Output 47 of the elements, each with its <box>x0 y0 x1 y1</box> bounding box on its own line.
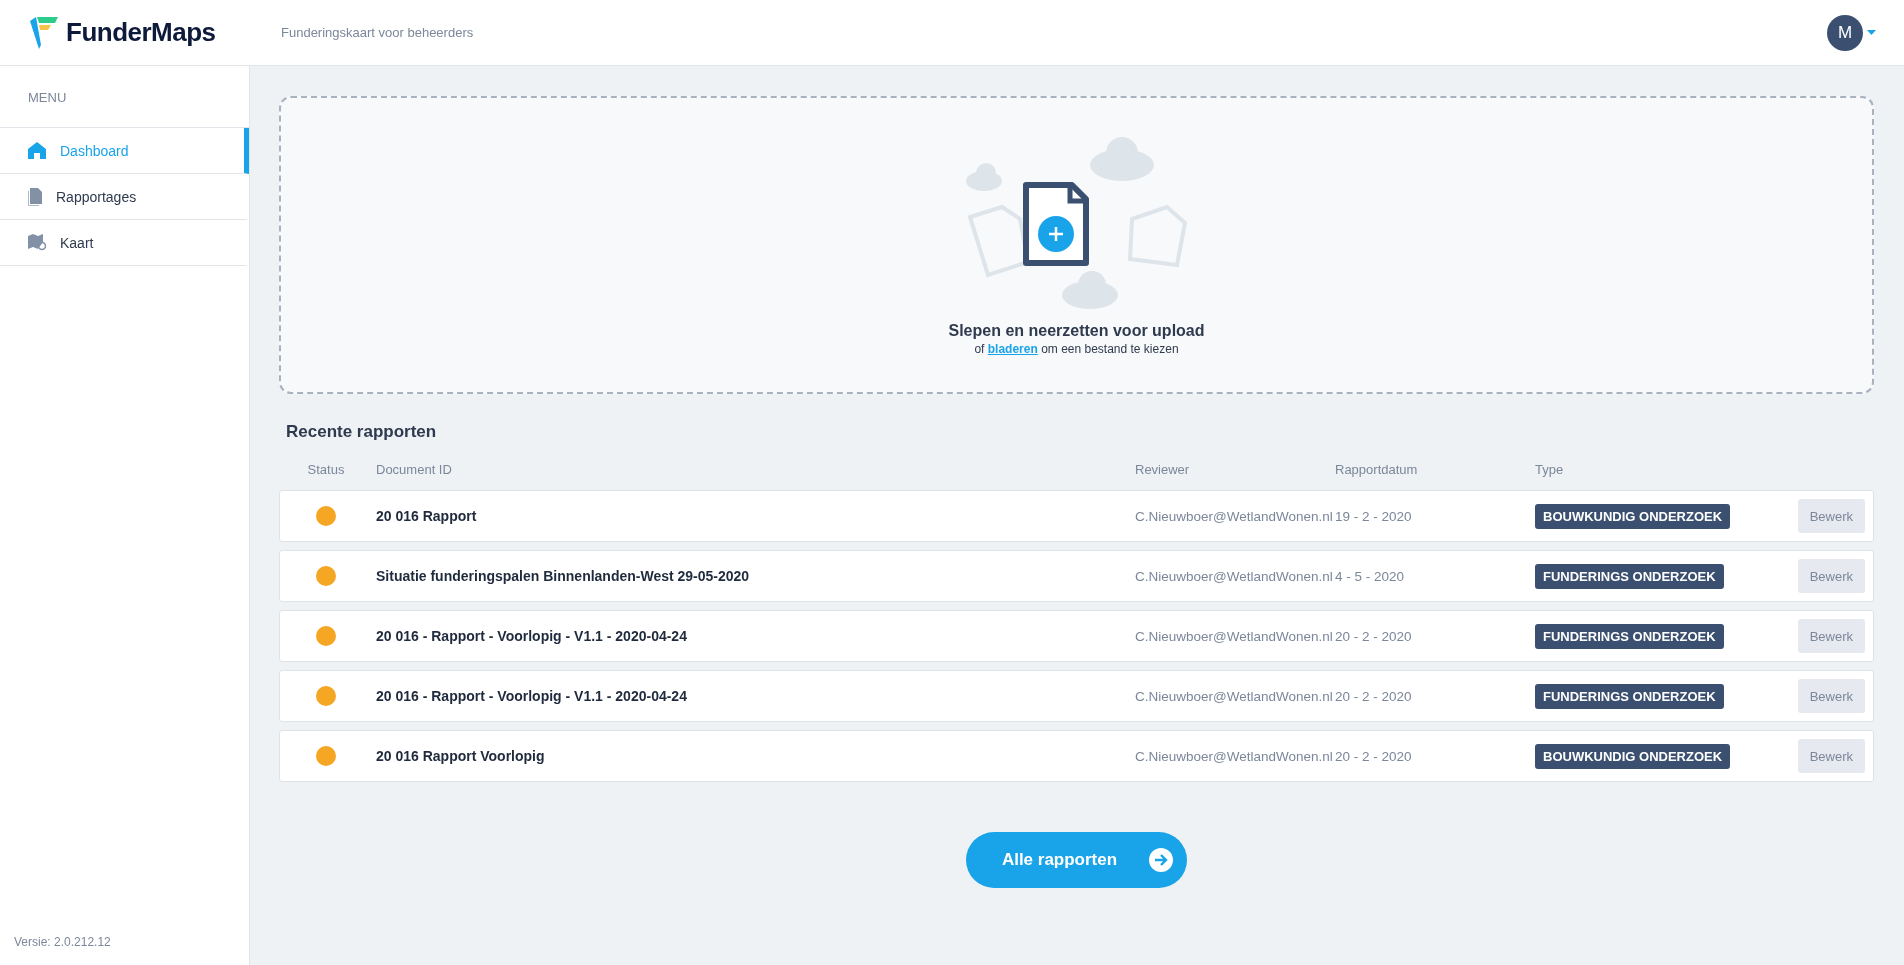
type-tag: FUNDERINGS ONDERZOEK <box>1535 684 1724 709</box>
upload-dropzone[interactable]: Slepen en neerzetten voor upload of bladeren om een bestand te kiezen <box>279 96 1874 394</box>
report-date: 4 - 5 - 2020 <box>1335 568 1406 584</box>
home-icon <box>28 142 46 159</box>
upload-hint: of bladeren om een bestand te kiezen <box>974 342 1179 356</box>
user-avatar[interactable]: M <box>1827 14 1863 51</box>
section-title: Recente rapporten <box>286 422 438 442</box>
report-row[interactable]: Situatie funderingspalen Binnenlanden-West 29-05-2020 C.Nieuwboer@WetlandWonen.nl 4 - 5 - 2020 FUNDERINGS ONDERZOEK Bewerk <box>279 550 1874 602</box>
document-id: 20 016 - Rapport - Voorlopig - V1.1 - 2020-04-24 <box>375 688 688 704</box>
reviewer-email: C.Nieuwboer@WetlandWonen.nl <box>1135 628 1334 644</box>
reviewer-email: C.Nieuwboer@WetlandWonen.nl <box>1135 568 1334 584</box>
report-row[interactable]: 20 016 - Rapport - Voorlopig - V1.1 - 2020-04-24 C.Nieuwboer@WetlandWonen.nl 20 - 2 - 2020 FUNDERINGS ONDERZOEK Bewerk <box>279 670 1874 722</box>
document-id: 20 016 Rapport <box>375 508 478 524</box>
document-id: 20 016 Rapport Voorlopig <box>375 748 546 764</box>
report-date: 20 - 2 - 2020 <box>1335 748 1413 764</box>
column-header: Status <box>306 461 346 477</box>
reviewer-email: C.Nieuwboer@WetlandWonen.nl <box>1135 748 1334 764</box>
upload-title: Slepen en neerzetten voor upload <box>948 322 1205 340</box>
report-date: 20 - 2 - 2020 <box>1335 628 1413 644</box>
logo-icon <box>29 14 59 51</box>
report-row[interactable]: 20 016 Rapport Voorlopig C.Nieuwboer@WetlandWonen.nl 20 - 2 - 2020 BOUWKUNDIG ONDERZOEK Bewerk <box>279 730 1874 782</box>
type-tag: BOUWKUNDIG ONDERZOEK <box>1535 504 1731 529</box>
document-id: 20 016 - Rapport - Voorlopig - V1.1 - 2020-04-24 <box>375 628 688 644</box>
type-tag: FUNDERINGS ONDERZOEK <box>1535 624 1724 649</box>
report-row[interactable]: 20 016 Rapport C.Nieuwboer@WetlandWonen.nl 19 - 2 - 2020 BOUWKUNDIG ONDERZOEK Bewerk <box>279 490 1874 542</box>
reviewer-email: C.Nieuwboer@WetlandWonen.nl <box>1135 508 1334 524</box>
document-id: Situatie funderingspalen Binnenlanden-West 29-05-2020 <box>375 568 751 584</box>
type-tag: BOUWKUNDIG ONDERZOEK <box>1535 744 1731 769</box>
reviewer-email: C.Nieuwboer@WetlandWonen.nl <box>1135 688 1334 704</box>
report-date: 19 - 2 - 2020 <box>1335 508 1413 524</box>
report-row[interactable]: 20 016 - Rapport - Voorlopig - V1.1 - 2020-04-24 C.Nieuwboer@WetlandWonen.nl 20 - 2 - 2020 FUNDERINGS ONDERZOEK Bewerk <box>279 610 1874 662</box>
app-subtitle: Funderingskaart voor beheerders <box>281 25 474 40</box>
sidebar-item[interactable]: Kaart <box>0 220 249 266</box>
column-header: Document ID <box>375 461 453 477</box>
sidebar-item[interactable]: Rapportages <box>0 174 249 220</box>
map-icon <box>28 234 46 251</box>
report-date: 20 - 2 - 2020 <box>1335 688 1413 704</box>
menu-heading: MENU <box>0 66 249 128</box>
arrow-right-icon <box>1149 848 1174 872</box>
type-tag: FUNDERINGS ONDERZOEK <box>1535 564 1724 589</box>
version-text: Versie: 2.0.212.12 <box>13 935 112 951</box>
column-header: Reviewer <box>1135 461 1191 477</box>
column-header: Rapportdatum <box>1335 461 1419 477</box>
logo-text[interactable]: FunderMaps <box>66 17 216 48</box>
document-icon <box>28 187 42 206</box>
column-header: Type <box>1535 461 1565 477</box>
caret-icon[interactable] <box>1867 29 1876 36</box>
